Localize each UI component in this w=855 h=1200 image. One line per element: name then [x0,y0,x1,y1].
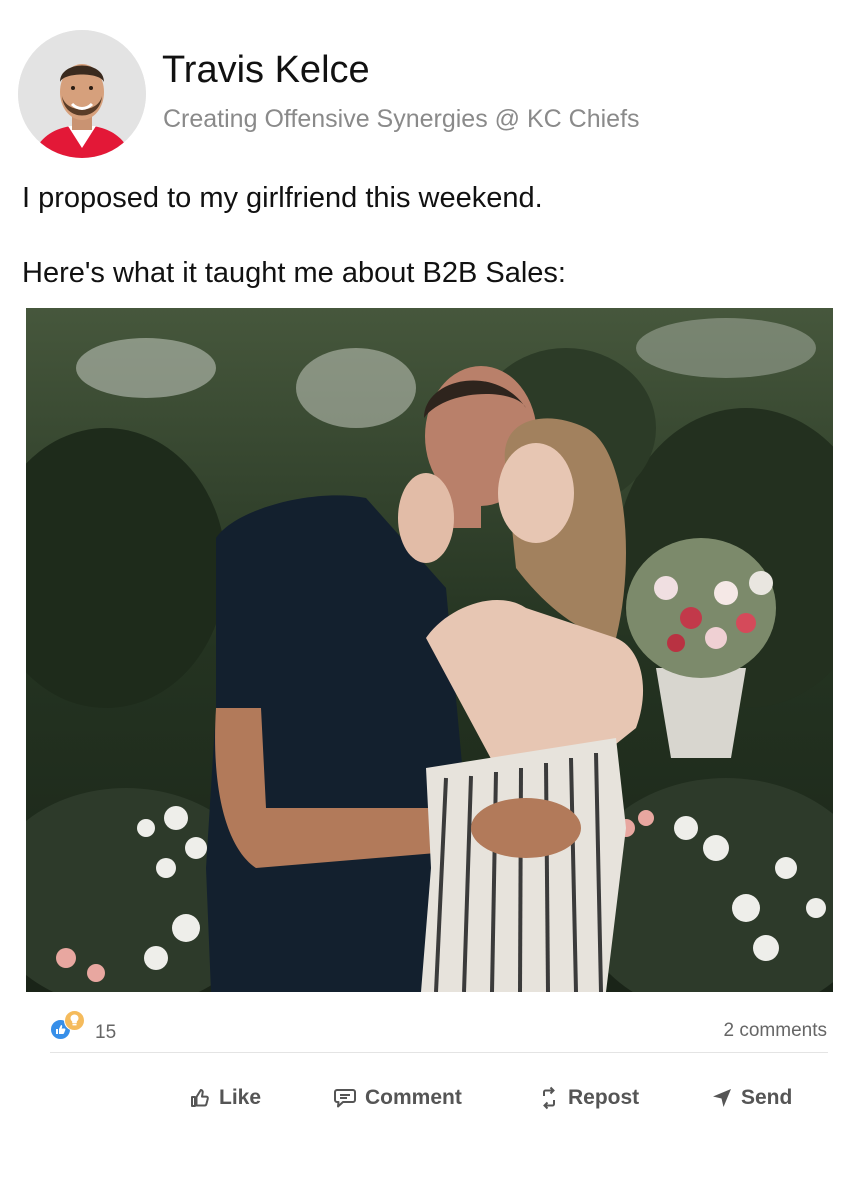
repost-arrows-icon [538,1086,560,1110]
send-button[interactable]: Send [711,1082,792,1114]
insightful-reaction-icon [64,1010,85,1031]
reaction-count: 15 [95,1022,117,1043]
repost-label: Repost [568,1086,640,1109]
thumbs-up-icon [189,1087,211,1109]
author-name[interactable]: Travis Kelce [162,48,370,92]
post-image[interactable] [26,308,833,992]
like-label: Like [219,1086,262,1109]
speech-bubble-icon [333,1087,357,1109]
comment-button[interactable]: Comment [333,1082,462,1114]
divider [50,1052,828,1053]
comments-count-link[interactable]: 2 comments [724,1020,827,1042]
post-text-line: I proposed to my girlfriend this weekend… [22,182,543,214]
post-text-line: Here's what it taught me about B2B Sales… [22,257,566,289]
send-label: Send [741,1086,793,1109]
paper-plane-icon [711,1087,733,1109]
like-button[interactable]: Like [189,1082,261,1114]
linkedin-post: Travis Kelce Creating Offensive Synergie… [0,0,855,1200]
comment-label: Comment [365,1086,462,1109]
repost-button[interactable]: Repost [538,1082,639,1114]
author-headline: Creating Offensive Synergies @ KC Chiefs [163,105,640,133]
author-avatar[interactable] [18,30,146,158]
